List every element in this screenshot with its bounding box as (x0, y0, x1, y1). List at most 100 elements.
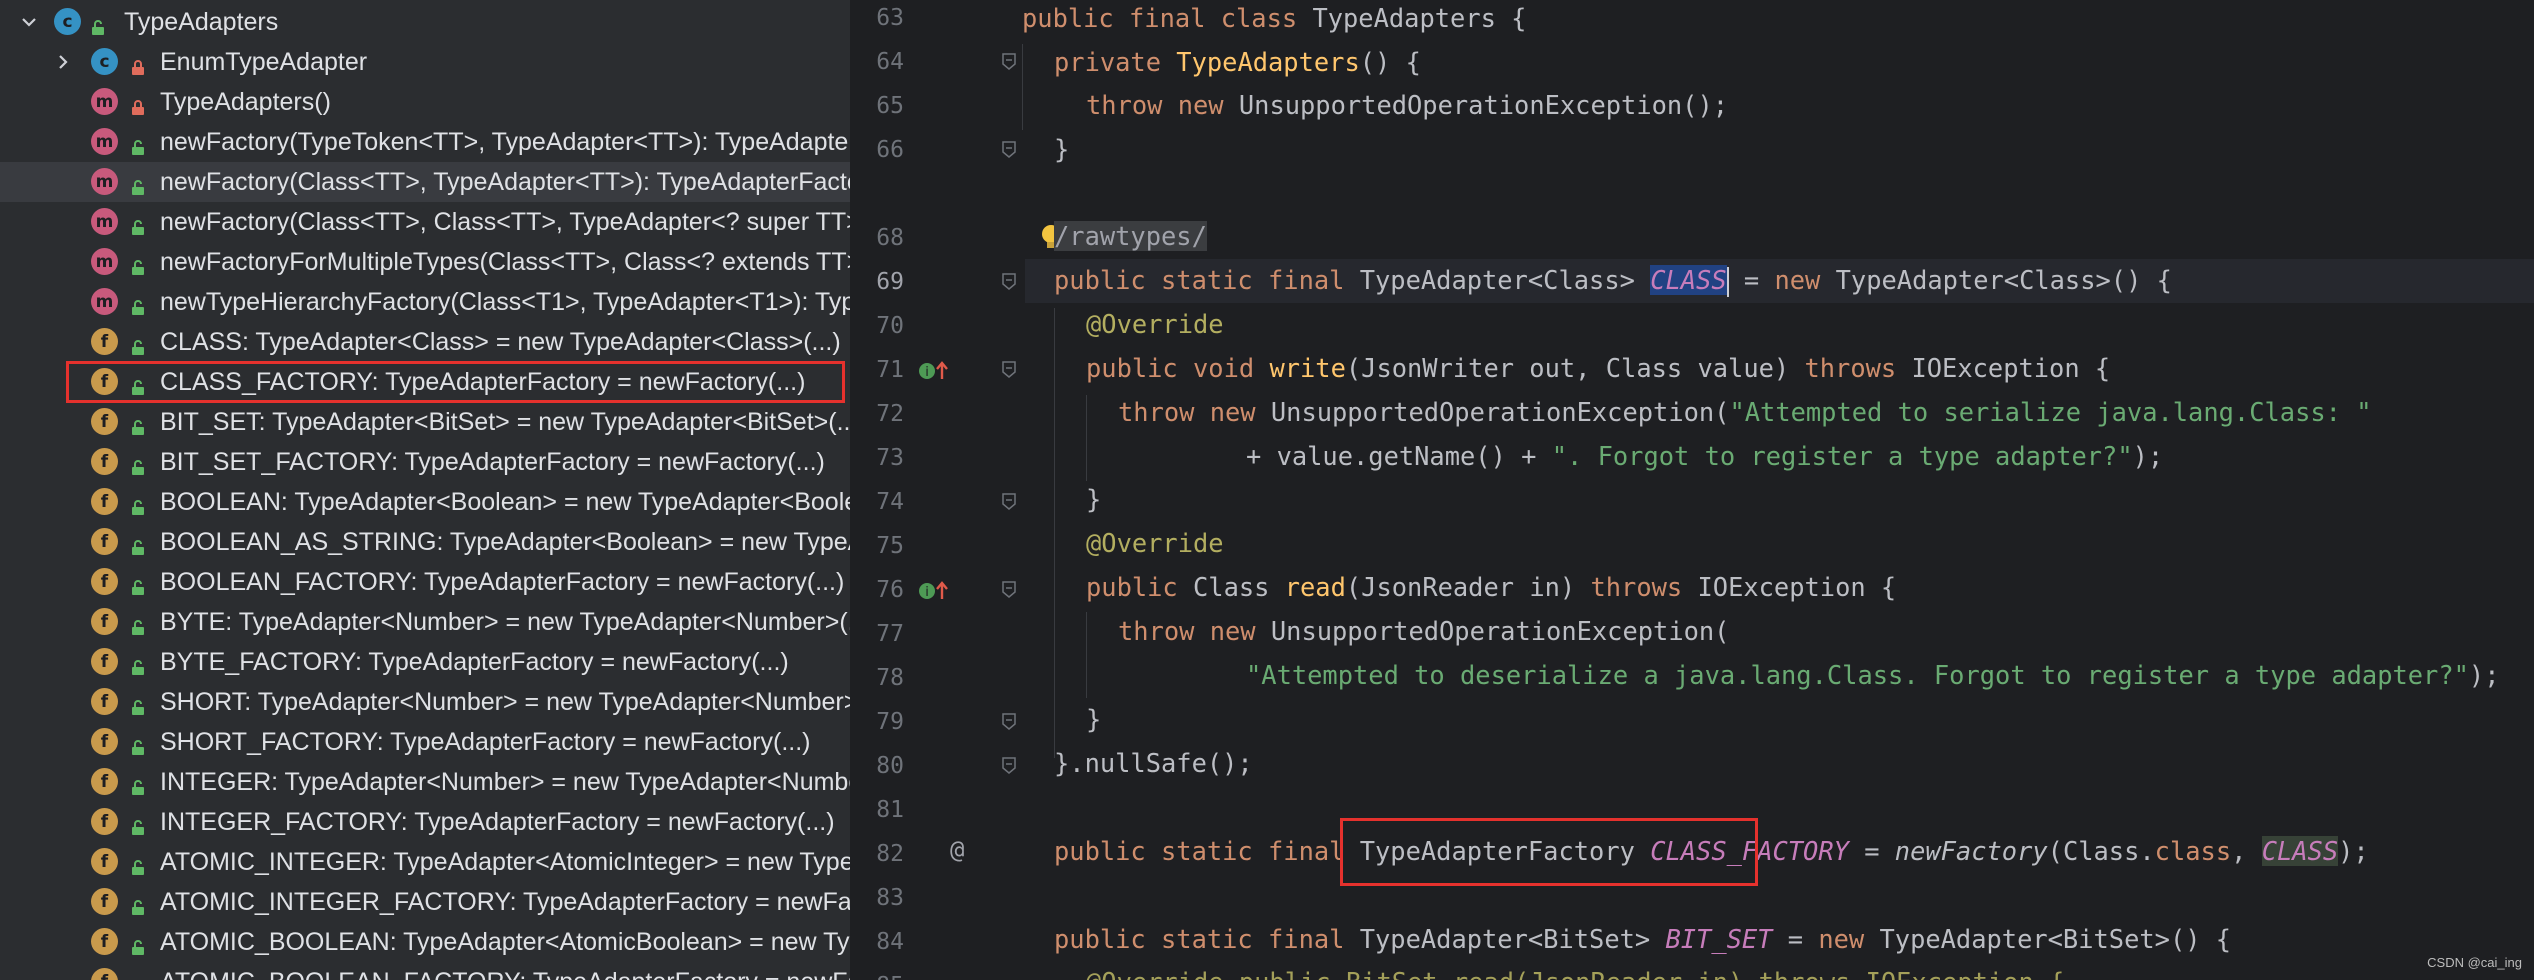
code-line-84[interactable]: public static final TypeAdapter<BitSet> … (1054, 917, 2231, 961)
tree-item-label: newTypeHierarchyFactory(Class<T1>, TypeA… (160, 287, 850, 316)
line-number: 64 (876, 49, 904, 75)
public-access-icon (131, 694, 145, 715)
code-line-74[interactable]: } (1086, 477, 1101, 521)
tree-root-label: TypeAdapters (124, 7, 279, 36)
code-editor[interactable]: 63 64 65 66 68 69 70 71 72 73 74 75 76 77 78 79 80 81 82 83… (850, 0, 2534, 980)
field-icon: f (91, 968, 118, 980)
public-access-icon (131, 334, 145, 355)
tree-item[interactable]: m newFactoryForMultipleTypes(Class<TT>, C… (0, 242, 850, 282)
tree-item[interactable]: f BIT_SET_FACTORY: TypeAdapterFactory = n… (0, 442, 850, 482)
method-icon: m (91, 208, 118, 235)
code-token: throws (1590, 572, 1698, 602)
tree-item[interactable]: m newFactory(Class<TT>, TypeAdapter<TT>):… (0, 162, 850, 202)
tree-item[interactable]: f ATOMIC_INTEGER: TypeAdapter<AtomicInteg… (0, 842, 850, 882)
line-number: 69 (876, 269, 904, 295)
code-line-75[interactable]: @Override (1086, 521, 1224, 565)
code-line-73[interactable]: + value.getName() + ". Forgot to registe… (1246, 434, 2163, 478)
code-line-79[interactable]: } (1086, 697, 1101, 741)
selected-identifier: CLASS (1650, 265, 1727, 295)
tree-item[interactable]: f BOOLEAN_AS_STRING: TypeAdapter<Boolean>… (0, 522, 850, 562)
fold-marker-icon[interactable] (1002, 360, 1016, 378)
tree-item-label: newFactory(Class<TT>, TypeAdapter<TT>): … (160, 167, 850, 196)
code-line-70[interactable]: @Override (1086, 302, 1224, 346)
tree-root[interactable]: c TypeAdapters (0, 2, 850, 42)
line-number: 68 (876, 225, 904, 251)
tree-item[interactable]: m newTypeHierarchyFactory(Class<T1>, Type… (0, 282, 850, 322)
code-token: ); (2132, 441, 2164, 471)
tree-item[interactable]: f ATOMIC_BOOLEAN_FACTORY: TypeAdapterFact… (0, 962, 850, 980)
overrides-method-icon[interactable]: i (918, 359, 952, 388)
tree-item[interactable]: f BOOLEAN: TypeAdapter<Boolean> = new Typ… (0, 482, 850, 522)
tree-item-label: ATOMIC_BOOLEAN_FACTORY: TypeAdapterFacto… (160, 968, 850, 980)
public-access-icon (131, 494, 145, 515)
tree-item-label: newFactory(TypeToken<TT>, TypeAdapter<TT… (160, 127, 850, 156)
tree-item[interactable]: f BYTE_FACTORY: TypeAdapterFactory = newF… (0, 642, 850, 682)
chevron-right-icon[interactable] (50, 49, 76, 75)
tree-item[interactable]: c EnumTypeAdapter (0, 42, 850, 82)
fold-marker-icon[interactable] (1002, 492, 1016, 510)
tree-item[interactable]: f INTEGER: TypeAdapter<Number> = new Type… (0, 762, 850, 802)
tree-item[interactable]: f ATOMIC_BOOLEAN: TypeAdapter<AtomicBoole… (0, 922, 850, 962)
indent-guide (1022, 44, 1023, 130)
fold-marker-icon[interactable] (1002, 756, 1016, 774)
tree-item[interactable]: f BOOLEAN_FACTORY: TypeAdapterFactory = n… (0, 562, 850, 602)
fold-marker-icon[interactable] (1002, 272, 1016, 290)
line-number: 63 (876, 5, 904, 31)
tree-item-label: INTEGER: TypeAdapter<Number> = new TypeA… (160, 767, 850, 796)
code-line-80[interactable]: }.nullSafe(); (1054, 741, 1253, 785)
code-token: newFactory (1894, 836, 2048, 866)
tree-item-label: SHORT_FACTORY: TypeAdapterFactory = newF… (160, 727, 811, 756)
code-line-66[interactable]: } (1054, 127, 1069, 171)
code-token: () { (1359, 47, 1421, 77)
field-icon: f (91, 688, 118, 715)
fold-marker-icon[interactable] (1002, 580, 1016, 598)
usage-highlight: CLASS (2261, 836, 2339, 866)
code-line-64[interactable]: private TypeAdapters() { (1054, 40, 1421, 84)
code-token: throws (1804, 353, 1912, 383)
tree-item[interactable]: f BIT_SET: TypeAdapter<BitSet> = new Type… (0, 402, 850, 442)
tree-item[interactable]: f CLASS: TypeAdapter<Class> = new TypeAda… (0, 322, 850, 362)
public-access-icon (131, 814, 145, 835)
tree-item[interactable]: f INTEGER_FACTORY: TypeAdapterFactory = n… (0, 802, 850, 842)
code-line-78[interactable]: "Attempted to deserialize a java.lang.Cl… (1246, 653, 2500, 697)
chevron-down-icon[interactable] (16, 9, 42, 35)
code-line-85[interactable]: @Override public BitSet read(JsonReader … (1086, 960, 2064, 980)
tree-item[interactable]: f SHORT: TypeAdapter<Number> = new TypeAd… (0, 682, 850, 722)
code-token: BIT_SET (1665, 924, 1773, 954)
code-line-69[interactable]: public static final TypeAdapter<Class> C… (1054, 258, 2172, 302)
field-icon: f (91, 648, 118, 675)
class-icon: c (54, 8, 81, 35)
tree-item[interactable]: m newFactory(Class<TT>, Class<TT>, TypeAd… (0, 202, 850, 242)
method-icon: m (91, 128, 118, 155)
code-token: public static final (1054, 836, 1360, 866)
code-line-63[interactable]: public final class TypeAdapters { (1022, 0, 1526, 40)
highlight-box (1340, 818, 1758, 886)
code-line-77[interactable]: throw new UnsupportedOperationException( (1118, 609, 1729, 653)
code-token: throw new (1118, 397, 1271, 427)
watermark: CSDN @cai_ing (2427, 955, 2522, 970)
usages-marker-icon[interactable]: @ (950, 836, 964, 864)
code-token: TypeAdapter<BitSet>() { (1879, 924, 2232, 954)
tree-item[interactable]: m TypeAdapters() (0, 82, 850, 122)
code-line-72[interactable]: throw new UnsupportedOperationException(… (1118, 390, 2372, 434)
code-token: } (1054, 134, 1070, 164)
code-line-71[interactable]: public void write(JsonWriter out, Class … (1086, 346, 2110, 390)
code-line-76[interactable]: public Class read(JsonReader in) throws … (1086, 565, 1896, 609)
overrides-method-icon[interactable]: i (918, 579, 952, 608)
tree-item-label: newFactoryForMultipleTypes(Class<TT>, Cl… (160, 247, 850, 276)
public-access-icon (131, 934, 145, 955)
code-line-67[interactable]: /rawtypes/ (1054, 214, 1207, 258)
fold-marker-icon[interactable] (1002, 140, 1016, 158)
public-access-icon (131, 294, 145, 315)
fold-marker-icon[interactable] (1002, 52, 1016, 70)
code-token: UnsupportedOperationException( (1270, 616, 1730, 646)
code-token: (JsonReader in) (1345, 572, 1591, 602)
tree-item[interactable]: m newFactory(TypeToken<TT>, TypeAdapter<T… (0, 122, 850, 162)
code-line-65[interactable]: throw new UnsupportedOperationException(… (1086, 83, 1728, 127)
tree-item[interactable]: f ATOMIC_INTEGER_FACTORY: TypeAdapterFact… (0, 882, 850, 922)
fold-marker-icon[interactable] (1002, 712, 1016, 730)
tree-item[interactable]: f BYTE: TypeAdapter<Number> = new TypeAda… (0, 602, 850, 642)
tree-item[interactable]: f SHORT_FACTORY: TypeAdapterFactory = new… (0, 722, 850, 762)
public-access-icon (131, 414, 145, 435)
highlight-box (66, 361, 845, 403)
